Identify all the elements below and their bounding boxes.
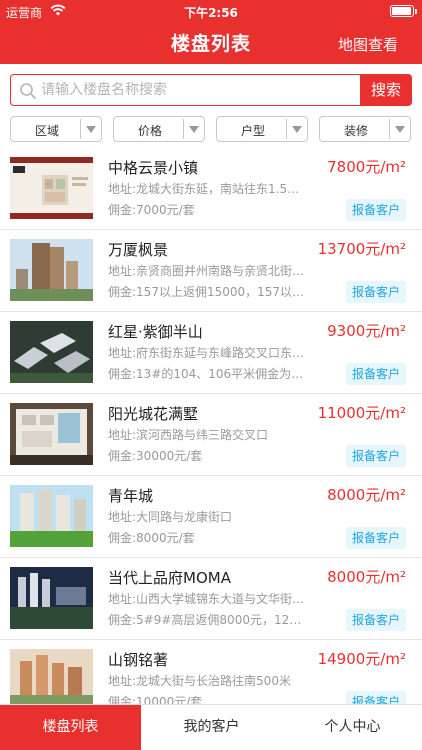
list-item[interactable]: 万厦枫景 13700元/m² 地址:亲贤商圈并州南路与亲贤北街交叉口 佣金:15…: [0, 230, 422, 312]
property-thumbnail: [10, 239, 93, 301]
property-address: 地址:滨河西路与纬三路交叉口: [108, 428, 269, 442]
property-list: 中格云景小镇 7800元/m² 地址:龙城大街东延，南站往东1.5公里 佣金:7…: [0, 148, 422, 704]
dropdown-arrow-icon: [395, 126, 405, 133]
filter-layout-dropdown[interactable]: 户型: [216, 116, 308, 142]
search-input[interactable]: [41, 79, 351, 101]
report-client-button[interactable]: 报备客户: [346, 527, 406, 549]
property-name: 万厦枫景: [108, 241, 169, 259]
property-commission: 佣金:30000元/套: [108, 449, 203, 463]
property-commission: 佣金:157以上返佣15000，157以下返佣10000: [108, 285, 308, 299]
tab-property-list[interactable]: 楼盘列表: [0, 705, 141, 750]
property-commission: 佣金:13#的104、106平米佣金为15000元: [108, 367, 308, 381]
dropdown-arrow-icon: [292, 126, 302, 133]
dropdown-arrow-icon: [86, 126, 96, 133]
property-name: 红星·紫御半山: [108, 323, 203, 341]
filter-region-dropdown[interactable]: 区域: [10, 116, 102, 142]
property-price: 13700元/m²: [317, 240, 406, 258]
filter-label: 装修: [343, 124, 368, 138]
nav-bar: 楼盘列表 地图查看: [0, 22, 422, 64]
property-price: 9300元/m²: [327, 322, 406, 340]
filter-price-dropdown[interactable]: 价格: [113, 116, 205, 142]
report-client-button[interactable]: 报备客户: [346, 199, 406, 221]
tab-profile[interactable]: 个人中心: [282, 705, 422, 750]
property-price: 8000元/m²: [327, 486, 406, 504]
bottom-tab-bar: 楼盘列表 我的客户 个人中心: [0, 704, 422, 750]
property-name: 青年城: [108, 487, 154, 505]
search-icon: [20, 83, 36, 99]
search-button[interactable]: 搜索: [360, 74, 412, 106]
report-client-button[interactable]: 报备客户: [346, 363, 406, 385]
property-address: 地址:山西大学城锦东大道与文华街交叉口: [108, 592, 308, 606]
dropdown-arrow-icon: [189, 126, 199, 133]
property-commission: 佣金:5#9#高层返佣8000元，12#洋房返佣: [108, 613, 308, 627]
property-thumbnail: [10, 485, 93, 547]
property-commission: 佣金:10000元/套: [108, 695, 203, 704]
property-name: 山钢铭著: [108, 651, 169, 669]
property-price: 7800元/m²: [327, 158, 406, 176]
property-address: 地址:大同路与龙康街口: [108, 510, 233, 524]
list-item[interactable]: 当代上品府MOMA 8000元/m² 地址:山西大学城锦东大道与文华街交叉口 佣…: [0, 558, 422, 640]
filter-divider: [80, 119, 81, 139]
filter-divider: [286, 119, 287, 139]
property-address: 地址:府东街东延与东峰路交叉口东北角: [108, 346, 308, 360]
property-thumbnail: [10, 567, 93, 629]
property-price: 11000元/m²: [317, 404, 406, 422]
battery-icon: [390, 5, 417, 17]
filter-label: 区域: [34, 124, 59, 138]
property-address: 地址:龙城大街与长治路往南500米: [108, 674, 291, 688]
filter-decoration-dropdown[interactable]: 装修: [319, 116, 411, 142]
filter-label: 户型: [240, 124, 265, 138]
property-thumbnail: [10, 321, 93, 383]
property-thumbnail: [10, 403, 93, 465]
list-item[interactable]: 山钢铭著 14900元/m² 地址:龙城大街与长治路往南500米 佣金:1000…: [0, 640, 422, 704]
report-client-button[interactable]: 报备客户: [346, 609, 406, 631]
filter-bar: 区域 价格 户型 装修: [10, 116, 412, 142]
filter-divider: [183, 119, 184, 139]
property-commission: 佣金:7000元/套: [108, 203, 195, 217]
property-name: 中格云景小镇: [108, 159, 199, 177]
property-address: 地址:龙城大街东延，南站往东1.5公里: [108, 182, 308, 196]
search-bar: 搜索: [10, 74, 412, 106]
list-item[interactable]: 中格云景小镇 7800元/m² 地址:龙城大街东延，南站往东1.5公里 佣金:7…: [0, 148, 422, 230]
property-name: 当代上品府MOMA: [108, 569, 231, 587]
status-bar: 运营商 下午2:56: [0, 0, 422, 22]
map-view-button[interactable]: 地图查看: [338, 34, 398, 55]
property-commission: 佣金:8000元/套: [108, 531, 195, 545]
report-client-button[interactable]: 报备客户: [346, 281, 406, 303]
property-price: 14900元/m²: [317, 650, 406, 668]
report-client-button[interactable]: 报备客户: [346, 691, 406, 704]
tab-my-clients[interactable]: 我的客户: [141, 705, 282, 750]
filter-label: 价格: [137, 124, 162, 138]
property-price: 8000元/m²: [327, 568, 406, 586]
clock: 下午2:56: [184, 6, 238, 20]
property-name: 阳光城花满墅: [108, 405, 199, 423]
search-field: [10, 74, 360, 106]
property-address: 地址:亲贤商圈并州南路与亲贤北街交叉口: [108, 264, 308, 278]
property-thumbnail: [10, 157, 93, 219]
list-item[interactable]: 阳光城花满墅 11000元/m² 地址:滨河西路与纬三路交叉口 佣金:30000…: [0, 394, 422, 476]
report-client-button[interactable]: 报备客户: [346, 445, 406, 467]
property-thumbnail: [10, 649, 93, 704]
list-item[interactable]: 青年城 8000元/m² 地址:大同路与龙康街口 佣金:8000元/套 报备客户: [0, 476, 422, 558]
list-item[interactable]: 红星·紫御半山 9300元/m² 地址:府东街东延与东峰路交叉口东北角 佣金:1…: [0, 312, 422, 394]
filter-divider: [389, 119, 390, 139]
